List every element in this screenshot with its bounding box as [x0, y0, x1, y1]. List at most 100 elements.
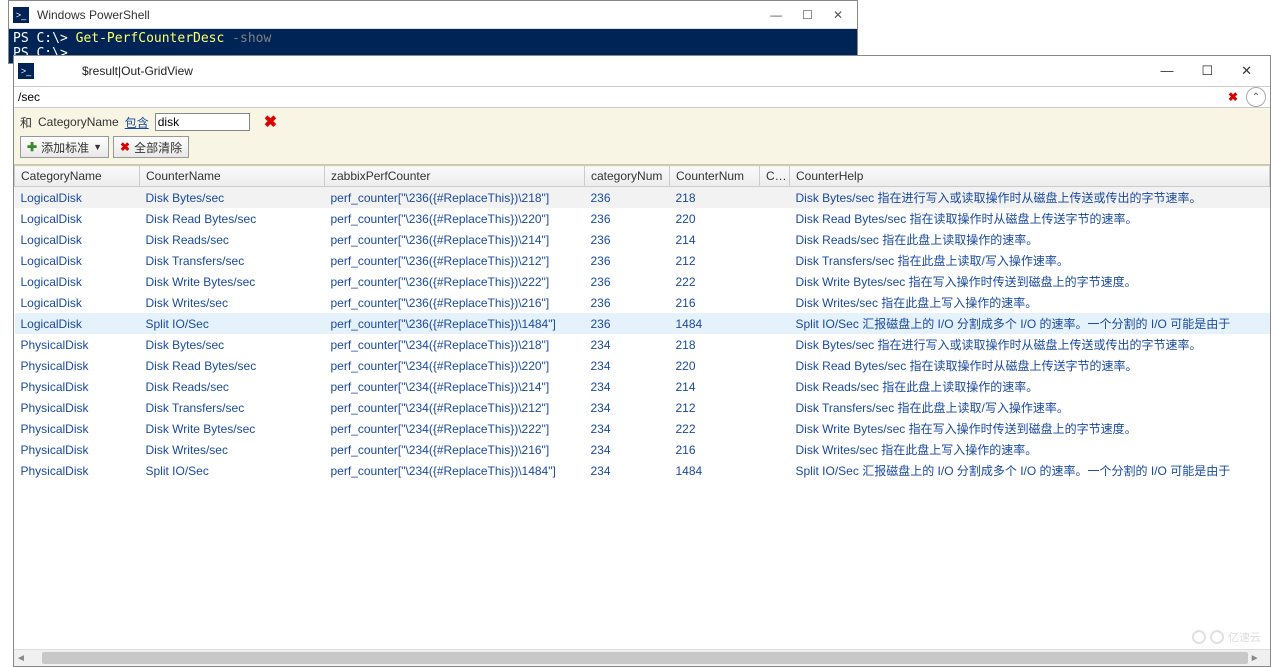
cell: LogicalDisk: [15, 292, 140, 313]
cell: perf_counter["\236({#ReplaceThis})\222"]: [325, 271, 585, 292]
table-row[interactable]: LogicalDiskDisk Reads/secperf_counter["\…: [15, 229, 1270, 250]
cell: Disk Read Bytes/sec: [140, 355, 325, 376]
table-row[interactable]: PhysicalDiskDisk Write Bytes/secperf_cou…: [15, 418, 1270, 439]
remove-filter-icon[interactable]: ✖: [264, 112, 277, 132]
cell: Split IO/Sec 汇报磁盘上的 I/O 分割成多个 I/O 的速率。一个…: [790, 460, 1270, 481]
search-row: ✖ ⌃: [14, 86, 1270, 108]
add-criteria-label: 添加标准: [41, 139, 89, 156]
cell: PhysicalDisk: [15, 334, 140, 355]
gridview-icon: >_: [18, 63, 34, 79]
plus-icon: ✚: [27, 140, 37, 154]
table-row[interactable]: LogicalDiskDisk Read Bytes/secperf_count…: [15, 208, 1270, 229]
gv-close-icon[interactable]: ✕: [1241, 63, 1252, 79]
table-row[interactable]: PhysicalDiskSplit IO/Secperf_counter["\2…: [15, 460, 1270, 481]
cell: Disk Writes/sec: [140, 292, 325, 313]
scroll-right-icon[interactable]: ►: [1248, 653, 1262, 664]
powershell-title: Windows PowerShell: [37, 8, 770, 22]
table-row[interactable]: LogicalDiskSplit IO/Secperf_counter["\23…: [15, 313, 1270, 334]
cell: perf_counter["\234({#ReplaceThis})\220"]: [325, 355, 585, 376]
cell: [760, 229, 790, 250]
search-input[interactable]: [14, 87, 1224, 107]
cell: perf_counter["\234({#ReplaceThis})\218"]: [325, 334, 585, 355]
gv-maximize-icon[interactable]: ☐: [1201, 63, 1213, 79]
cell: perf_counter["\236({#ReplaceThis})\212"]: [325, 250, 585, 271]
cell: Disk Read Bytes/sec: [140, 208, 325, 229]
cell: [760, 460, 790, 481]
table-row[interactable]: LogicalDiskDisk Bytes/secperf_counter["\…: [15, 187, 1270, 209]
cell: Disk Writes/sec: [140, 439, 325, 460]
col-counternum[interactable]: CounterNum: [670, 166, 760, 187]
cell: [760, 292, 790, 313]
scroll-left-icon[interactable]: ◄: [14, 653, 28, 664]
filter-field: CategoryName: [38, 115, 119, 129]
col-c[interactable]: C...: [760, 166, 790, 187]
gridview-titlebar[interactable]: >_ $result|Out-GridView — ☐ ✕: [14, 56, 1270, 86]
cell: Disk Write Bytes/sec 指在写入操作时传送到磁盘上的字节速度。: [790, 418, 1270, 439]
horizontal-scrollbar[interactable]: ◄ ►: [14, 649, 1270, 666]
table-row[interactable]: LogicalDiskDisk Transfers/secperf_counte…: [15, 250, 1270, 271]
cell: perf_counter["\234({#ReplaceThis})\214"]: [325, 376, 585, 397]
gv-minimize-icon[interactable]: —: [1160, 63, 1173, 79]
cell: LogicalDisk: [15, 271, 140, 292]
cell: perf_counter["\236({#ReplaceThis})\218"]: [325, 187, 585, 209]
powershell-titlebar[interactable]: >_ Windows PowerShell — ☐ ✕: [9, 1, 857, 29]
cell: [760, 208, 790, 229]
table-row[interactable]: LogicalDiskDisk Write Bytes/secperf_coun…: [15, 271, 1270, 292]
cell: Disk Reads/sec: [140, 229, 325, 250]
cell: 236: [585, 250, 670, 271]
cell: 236: [585, 313, 670, 334]
cell: 212: [670, 250, 760, 271]
clear-all-label: 全部清除: [134, 139, 182, 156]
ps-maximize-icon[interactable]: ☐: [802, 8, 813, 22]
cell: 218: [670, 334, 760, 355]
cell: 234: [585, 355, 670, 376]
table-row[interactable]: PhysicalDiskDisk Bytes/secperf_counter["…: [15, 334, 1270, 355]
col-categoryname[interactable]: CategoryName: [15, 166, 140, 187]
col-categorynum[interactable]: categoryNum: [585, 166, 670, 187]
cell: perf_counter["\236({#ReplaceThis})\214"]: [325, 229, 585, 250]
cell: 216: [670, 292, 760, 313]
cell: perf_counter["\234({#ReplaceThis})\1484"…: [325, 460, 585, 481]
add-criteria-button[interactable]: ✚ 添加标准 ▼: [20, 136, 109, 158]
cell: 222: [670, 271, 760, 292]
cell: perf_counter["\234({#ReplaceThis})\212"]: [325, 397, 585, 418]
col-countername[interactable]: CounterName: [140, 166, 325, 187]
table-row[interactable]: PhysicalDiskDisk Reads/secperf_counter["…: [15, 376, 1270, 397]
table-row[interactable]: PhysicalDiskDisk Writes/secperf_counter[…: [15, 439, 1270, 460]
cell: 234: [585, 397, 670, 418]
header-row[interactable]: CategoryName CounterName zabbixPerfCount…: [15, 166, 1270, 187]
filter-value-input[interactable]: [155, 113, 250, 131]
cell: 216: [670, 439, 760, 460]
clear-all-button[interactable]: ✖ 全部清除: [113, 136, 189, 158]
cell: 236: [585, 271, 670, 292]
cell: perf_counter["\236({#ReplaceThis})\1484"…: [325, 313, 585, 334]
col-counterhelp[interactable]: CounterHelp: [790, 166, 1270, 187]
ps-minimize-icon[interactable]: —: [770, 8, 782, 22]
cell: [760, 376, 790, 397]
ps-command: Get-PerfCounterDesc: [76, 31, 225, 46]
table-row[interactable]: LogicalDiskDisk Writes/secperf_counter["…: [15, 292, 1270, 313]
table-row[interactable]: PhysicalDiskDisk Transfers/secperf_count…: [15, 397, 1270, 418]
filter-op-link[interactable]: 包含: [125, 114, 149, 131]
cell: [760, 187, 790, 209]
cell: [760, 250, 790, 271]
cell: perf_counter["\234({#ReplaceThis})\216"]: [325, 439, 585, 460]
cell: Disk Transfers/sec 指在此盘上读取/写入操作速率。: [790, 397, 1270, 418]
col-zabbixperfcounter[interactable]: zabbixPerfCounter: [325, 166, 585, 187]
scroll-thumb[interactable]: [42, 652, 1248, 664]
collapse-filter-icon[interactable]: ⌃: [1246, 87, 1266, 107]
data-grid[interactable]: CategoryName CounterName zabbixPerfCount…: [14, 165, 1270, 649]
ps-close-icon[interactable]: ✕: [833, 8, 843, 22]
chevron-down-icon: ▼: [93, 142, 102, 152]
ps-prompt: PS C:\>: [13, 31, 76, 46]
cell: PhysicalDisk: [15, 418, 140, 439]
cell: 234: [585, 460, 670, 481]
cell: Split IO/Sec 汇报磁盘上的 I/O 分割成多个 I/O 的速率。一个…: [790, 313, 1270, 334]
cell: 218: [670, 187, 760, 209]
table-row[interactable]: PhysicalDiskDisk Read Bytes/secperf_coun…: [15, 355, 1270, 376]
cell: [760, 439, 790, 460]
cell: Disk Write Bytes/sec 指在写入操作时传送到磁盘上的字节速度。: [790, 271, 1270, 292]
cell: Disk Reads/sec 指在此盘上读取操作的速率。: [790, 376, 1270, 397]
cell: Split IO/Sec: [140, 460, 325, 481]
clear-search-icon[interactable]: ✖: [1224, 90, 1242, 104]
